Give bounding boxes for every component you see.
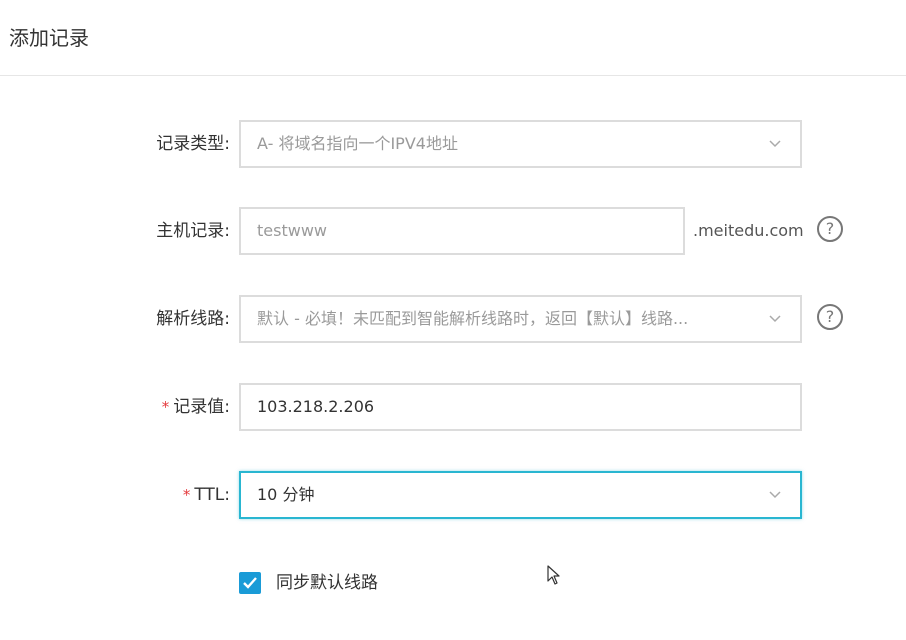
- record-type-label: 记录类型:: [156, 134, 230, 154]
- mouse-cursor-icon: [547, 565, 560, 585]
- required-mark: *: [161, 398, 170, 416]
- domain-suffix: .meitedu.com: [693, 221, 804, 240]
- line-row: 解析线路: 默认 - 必填！未匹配到智能解析线路时，返回【默认】线路... ?: [0, 295, 906, 343]
- ttl-label-text: TTL:: [194, 485, 230, 505]
- record-value-label-text: 记录值:: [173, 397, 230, 417]
- help-icon[interactable]: ?: [817, 216, 843, 242]
- ttl-label: * TTL:: [183, 471, 230, 519]
- help-icon[interactable]: ?: [817, 304, 843, 330]
- chevron-down-icon: [769, 491, 781, 499]
- ttl-value: 10 分钟: [257, 485, 315, 504]
- chevron-down-icon: [769, 315, 781, 323]
- record-value-label: * 记录值:: [162, 383, 230, 431]
- chevron-down-icon: [769, 140, 781, 148]
- line-label: 解析线路:: [156, 309, 230, 329]
- host-input[interactable]: testwww: [239, 207, 685, 255]
- host-value: testwww: [257, 221, 327, 240]
- line-select[interactable]: 默认 - 必填！未匹配到智能解析线路时，返回【默认】线路...: [239, 295, 802, 343]
- host-label: 主机记录:: [156, 221, 230, 241]
- record-value-row: * 记录值: 103.218.2.206: [0, 383, 906, 431]
- record-value-input[interactable]: 103.218.2.206: [239, 383, 802, 431]
- sync-checkbox[interactable]: [239, 572, 261, 594]
- ttl-select[interactable]: 10 分钟: [239, 471, 802, 519]
- record-type-row: 记录类型: A- 将域名指向一个IPV4地址: [0, 120, 906, 168]
- record-value-text: 103.218.2.206: [257, 397, 375, 416]
- record-type-select[interactable]: A- 将域名指向一个IPV4地址: [239, 120, 802, 168]
- required-mark: *: [182, 486, 191, 504]
- checkmark-icon: [243, 577, 257, 589]
- dialog-header: 添加记录: [0, 0, 906, 76]
- record-type-value: A- 将域名指向一个IPV4地址: [257, 134, 458, 153]
- line-value: 默认 - 必填！未匹配到智能解析线路时，返回【默认】线路...: [257, 309, 689, 328]
- ttl-row: * TTL: 10 分钟: [0, 471, 906, 519]
- host-row: 主机记录: testwww .meitedu.com ?: [0, 207, 906, 255]
- dialog-title: 添加记录: [9, 26, 89, 50]
- sync-label: 同步默认线路: [276, 573, 378, 593]
